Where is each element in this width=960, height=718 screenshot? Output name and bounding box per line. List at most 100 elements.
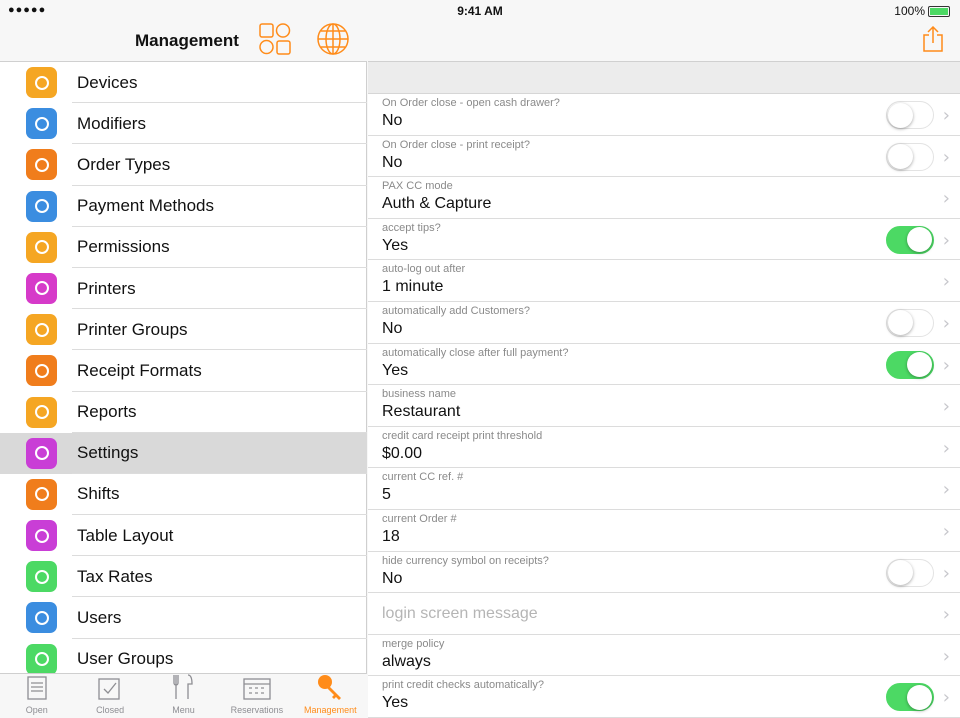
sidebar-item-label: Order Types bbox=[77, 154, 171, 174]
reports-icon bbox=[26, 396, 57, 428]
settings-row[interactable]: current CC ref. # 5 › bbox=[368, 468, 960, 510]
tab-management-icon bbox=[316, 673, 344, 705]
chevron-right-icon: › bbox=[942, 645, 950, 667]
setting-value: Yes bbox=[382, 236, 409, 254]
settings-row[interactable]: On Order close - print receipt? No › bbox=[368, 136, 960, 178]
chevron-right-icon: › bbox=[942, 354, 950, 376]
sidebar-item-label: Shifts bbox=[77, 484, 120, 504]
setting-toggle[interactable] bbox=[886, 308, 934, 337]
setting-value: No bbox=[382, 112, 403, 129]
settings-row[interactable]: accept tips? Yes › bbox=[368, 219, 960, 261]
settings-row[interactable]: On Order close - open cash drawer? No › bbox=[368, 94, 960, 136]
sidebar-item-printer-groups[interactable]: Printer Groups bbox=[0, 309, 367, 351]
sidebar-item-label: Payment Methods bbox=[77, 196, 215, 216]
sidebar-item-label: Reports bbox=[77, 402, 137, 422]
setting-caption: accept tips? bbox=[382, 221, 441, 234]
sidebar-title: Management bbox=[135, 31, 239, 50]
setting-toggle[interactable] bbox=[886, 101, 934, 129]
chevron-right-icon: › bbox=[942, 312, 950, 334]
tab-open[interactable]: Open bbox=[0, 674, 73, 717]
chevron-right-icon: › bbox=[942, 271, 950, 293]
payment-methods-icon bbox=[26, 190, 57, 222]
share-icon[interactable] bbox=[922, 25, 944, 57]
settings-row[interactable]: print credit checks automatically? Yes › bbox=[368, 676, 960, 718]
tax-rates-icon bbox=[26, 561, 57, 593]
settings-icon bbox=[26, 437, 57, 469]
sidebar-item-label: Modifiers bbox=[77, 113, 146, 133]
setting-caption: On Order close - open cash drawer? bbox=[382, 97, 560, 109]
battery-icon bbox=[928, 5, 950, 17]
setting-value: Restaurant bbox=[382, 403, 461, 421]
setting-caption: PAX CC mode bbox=[382, 180, 453, 193]
sidebar-item-settings[interactable]: Settings bbox=[0, 432, 367, 474]
setting-value: No bbox=[382, 153, 403, 171]
settings-row[interactable]: merge policy always › bbox=[368, 635, 960, 677]
tab-label: Management bbox=[304, 705, 357, 715]
chevron-right-icon: › bbox=[942, 479, 950, 501]
setting-value: No bbox=[382, 569, 403, 587]
section-spacer bbox=[368, 62, 960, 94]
setting-caption: merge policy bbox=[382, 637, 445, 650]
setting-caption: auto-log out after bbox=[382, 263, 466, 276]
sidebar: Management Devices Modifiers Order Types Pa… bbox=[0, 0, 367, 717]
tab-reservations[interactable]: Reservations bbox=[220, 674, 293, 717]
tab-management[interactable]: Management bbox=[294, 674, 367, 717]
globe-icon[interactable] bbox=[316, 22, 350, 56]
sidebar-item-label: Printers bbox=[77, 278, 136, 298]
sidebar-item-label: Permissions bbox=[77, 237, 170, 257]
tab-label: Closed bbox=[96, 705, 125, 715]
sidebar-item-receipt-formats[interactable]: Receipt Formats bbox=[0, 350, 367, 392]
tab-closed[interactable]: Closed bbox=[73, 674, 146, 717]
sidebar-item-payment-methods[interactable]: Payment Methods bbox=[0, 186, 367, 227]
settings-row[interactable]: automatically add Customers? No › bbox=[368, 302, 960, 344]
table-layout-icon bbox=[26, 520, 57, 552]
sidebar-item-permissions[interactable]: Permissions bbox=[0, 227, 367, 268]
sidebar-item-reports[interactable]: Reports bbox=[0, 392, 367, 433]
sidebar-item-users[interactable]: Users bbox=[0, 597, 367, 639]
shifts-icon bbox=[26, 478, 57, 510]
settings-row[interactable]: automatically close after full payment? Y… bbox=[368, 344, 960, 386]
tab-reservations-icon bbox=[242, 675, 272, 705]
tab-menu[interactable]: Menu bbox=[147, 674, 220, 717]
setting-toggle[interactable] bbox=[886, 683, 934, 712]
setting-toggle[interactable] bbox=[886, 558, 934, 587]
printer-icon bbox=[26, 272, 57, 304]
setting-toggle[interactable] bbox=[886, 225, 934, 254]
chevron-right-icon: › bbox=[942, 604, 950, 626]
sidebar-item-shifts[interactable]: Shifts bbox=[0, 474, 367, 516]
sidebar-item-printers[interactable]: Printers bbox=[0, 268, 367, 310]
chevron-right-icon: › bbox=[942, 396, 950, 418]
setting-placeholder: login screen message bbox=[382, 605, 538, 623]
chevron-right-icon: › bbox=[942, 437, 950, 459]
tab-label: Menu bbox=[172, 705, 195, 715]
settings-row[interactable]: hide currency symbol on receipts? No › bbox=[368, 552, 960, 594]
permissions-icon bbox=[26, 231, 57, 263]
grid-layout-icon[interactable] bbox=[258, 22, 292, 56]
setting-value: 1 minute bbox=[382, 278, 444, 296]
sidebar-item-tax-rates[interactable]: Tax Rates bbox=[0, 556, 367, 598]
settings-row[interactable]: auto-log out after 1 minute › bbox=[368, 260, 960, 302]
sidebar-item-devices[interactable]: Devices bbox=[0, 62, 367, 104]
chevron-right-icon: › bbox=[942, 687, 950, 709]
settings-row[interactable]: credit card receipt print threshold $0.00… bbox=[368, 427, 960, 469]
setting-caption: automatically add Customers? bbox=[382, 304, 530, 317]
setting-toggle[interactable] bbox=[886, 142, 934, 171]
tab-label: Reservations bbox=[230, 705, 284, 715]
status-bar: ●●●●● 9:41 AM 100% bbox=[0, 0, 960, 20]
settings-row[interactable]: current Order # 18 › bbox=[368, 510, 960, 552]
sidebar-item-order-types[interactable]: Order Types bbox=[0, 144, 367, 186]
sidebar-item-modifiers[interactable]: Modifiers bbox=[0, 103, 367, 145]
sidebar-item-table-layout[interactable]: Table Layout bbox=[0, 515, 367, 557]
setting-value: 18 bbox=[382, 527, 400, 545]
setting-value: $0.00 bbox=[382, 444, 423, 462]
settings-panel: On Order close - open cash drawer? No › On … bbox=[368, 0, 960, 718]
setting-caption: automatically close after full payment? bbox=[382, 346, 569, 359]
modifiers-icon bbox=[26, 108, 57, 140]
setting-toggle[interactable] bbox=[886, 350, 934, 379]
tab-label: Open bbox=[25, 705, 48, 715]
settings-row[interactable]: PAX CC mode Auth & Capture › bbox=[368, 177, 960, 219]
settings-row[interactable]: login screen message › bbox=[368, 593, 960, 635]
settings-row[interactable]: business name Restaurant › bbox=[368, 385, 960, 427]
chevron-right-icon: › bbox=[942, 520, 950, 542]
sidebar-item-label: Receipt Formats bbox=[77, 360, 202, 380]
